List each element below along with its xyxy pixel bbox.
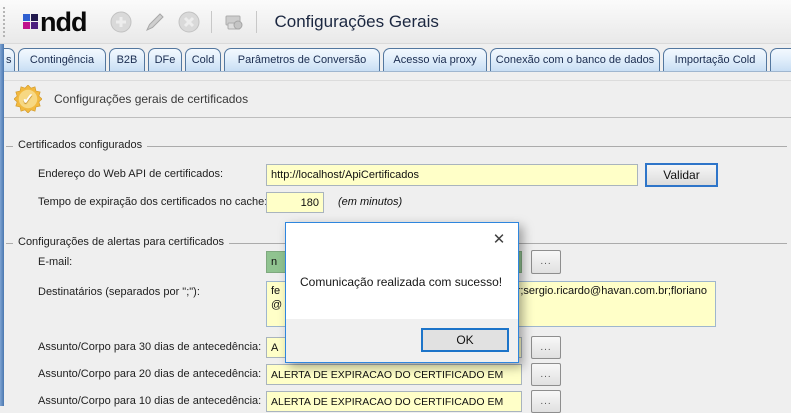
dialog-footer: OK: [286, 319, 518, 362]
assunto20-browse-button[interactable]: ...: [531, 363, 561, 386]
toolbar-separator: [256, 10, 258, 33]
assunto20-label: Assunto/Corpo para 20 dias de antecedênc…: [38, 368, 262, 380]
logo-text: ndd: [40, 6, 87, 37]
dialog-message: Comunicação realizada com sucesso!: [300, 275, 503, 289]
group-certificados-legend: Certificados configurados: [13, 139, 148, 151]
assunto30-label: Assunto/Corpo para 30 dias de antecedênc…: [38, 341, 262, 353]
app-logo: ndd: [23, 6, 87, 37]
cache-label: Tempo de expiração dos certificados no c…: [38, 196, 268, 208]
close-icon[interactable]: ✕: [488, 229, 510, 249]
destinatarios-text-right: r;sergio.ricardo@havan.com.br;floriano: [516, 285, 707, 297]
destinatarios-text-line2: @: [271, 299, 283, 311]
ndd-logo-icon: [23, 14, 38, 29]
assunto20-input[interactable]: [266, 364, 522, 385]
tab-conexao-banco[interactable]: Conexão com o banco de dados: [490, 48, 660, 71]
tab-cold[interactable]: Cold: [185, 48, 221, 71]
tab-parametros-conversao[interactable]: Parâmetros de Conversão: [224, 48, 380, 71]
cache-input[interactable]: [266, 192, 324, 213]
ok-button[interactable]: OK: [421, 328, 509, 352]
export-icon[interactable]: [221, 9, 247, 35]
cache-suffix: (em minutos): [338, 196, 403, 208]
toolbar-grip[interactable]: [3, 6, 5, 37]
tabbar-baseline: [0, 71, 791, 72]
email-browse-button[interactable]: ...: [531, 250, 561, 274]
tab-b2b[interactable]: B2B: [109, 48, 145, 71]
assunto30-browse-button[interactable]: ...: [531, 336, 561, 359]
toolbar: ndd Configurações Gerais: [0, 0, 791, 44]
webapi-label: Endereço do Web API de certificados:: [38, 168, 224, 180]
assunto10-input[interactable]: [266, 391, 522, 412]
assunto10-label: Assunto/Corpo para 10 dias de antecedênc…: [38, 395, 262, 407]
section-title: Configurações gerais de certificados: [54, 92, 249, 106]
tab-acesso-proxy[interactable]: Acesso via proxy: [383, 48, 487, 71]
section-header: ✓ Configurações gerais de certificados: [0, 80, 791, 118]
add-icon[interactable]: [108, 9, 134, 35]
tab-partial-right[interactable]: Impr: [770, 48, 791, 71]
assunto10-browse-button[interactable]: ...: [531, 390, 561, 413]
tab-bar: s Contingência B2B DFe Cold Parâmetros d…: [0, 48, 791, 71]
cancel-icon[interactable]: [176, 9, 202, 35]
destinatarios-text-left: fe: [271, 285, 281, 297]
email-label: E-mail:: [38, 256, 73, 268]
window-left-edge: [0, 44, 4, 406]
validar-button[interactable]: Validar: [645, 163, 718, 187]
tab-contingencia[interactable]: Contingência: [18, 48, 106, 71]
certificate-seal-icon: ✓: [14, 85, 42, 113]
edit-pencil-icon[interactable]: [142, 9, 168, 35]
page-title: Configurações Gerais: [274, 11, 439, 31]
group-certificados: Certificados configurados: [6, 139, 787, 151]
toolbar-separator: [211, 10, 213, 33]
group-alertas-legend: Configurações de alertas para certificad…: [13, 236, 230, 248]
webapi-input[interactable]: [266, 164, 638, 186]
tab-dfe[interactable]: DFe: [148, 48, 182, 71]
tab-importacao-cold[interactable]: Importação Cold: [663, 48, 767, 71]
destinatarios-label: Destinatários (separados por ";"):: [38, 286, 200, 298]
message-dialog: ✕ Comunicação realizada com sucesso! OK: [285, 222, 519, 363]
